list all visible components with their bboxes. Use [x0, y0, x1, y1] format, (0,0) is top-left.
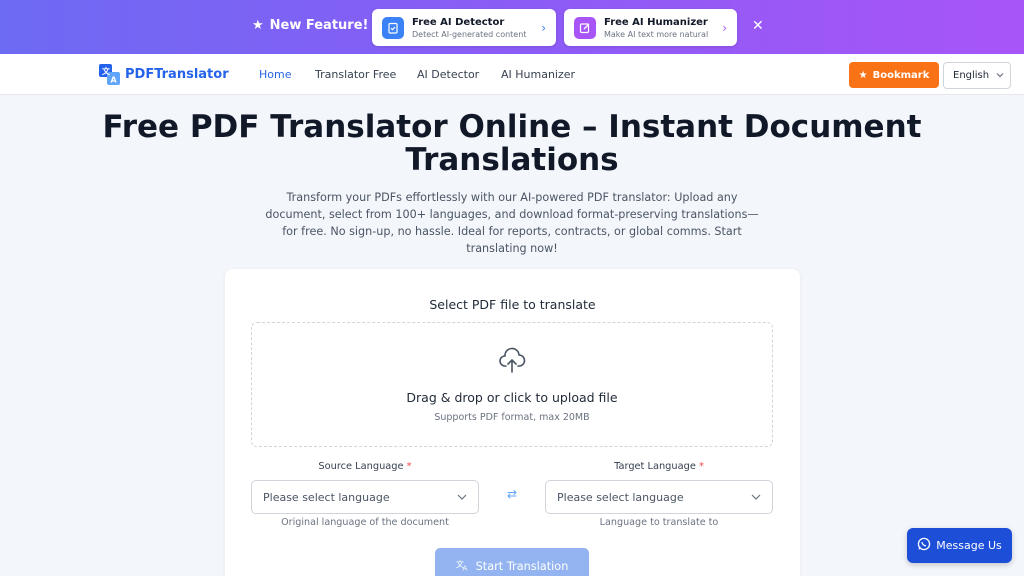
page-title: Free PDF Translator Online – Instant Doc…: [102, 109, 922, 178]
file-dropzone[interactable]: Drag & drop or click to upload file Supp…: [251, 322, 773, 447]
dropzone-text: Drag & drop or click to upload file: [406, 390, 618, 405]
brand-name: PDFTranslator: [125, 67, 229, 82]
close-icon[interactable]: ✕: [752, 18, 764, 34]
nav-link-ai-humanizer[interactable]: AI Humanizer: [501, 68, 575, 81]
translate-icon: 文A: [456, 558, 469, 574]
svg-text:文: 文: [102, 66, 111, 76]
nav-link-home[interactable]: Home: [259, 68, 291, 81]
chevron-down-icon: [751, 492, 761, 502]
start-translation-label: Start Translation: [475, 559, 569, 573]
top-navbar: 文 A PDFTranslator Home Translator Free A…: [0, 54, 1024, 95]
ai-detector-promo-card[interactable]: Free AI Detector Detect AI-generated con…: [372, 9, 556, 46]
star-icon: ★: [252, 18, 264, 33]
ai-humanizer-promo-card[interactable]: Free AI Humanizer Make AI text more natu…: [564, 9, 737, 46]
target-language-placeholder: Please select language: [557, 490, 684, 504]
source-language-hint: Original language of the document: [281, 517, 449, 528]
card-title: Select PDF file to translate: [429, 297, 596, 312]
cloud-upload-icon: [498, 346, 526, 374]
edit-icon: [574, 16, 596, 39]
translate-logo-icon: 文 A: [99, 64, 120, 85]
swap-languages-icon[interactable]: ⇄: [505, 487, 519, 501]
nav-link-ai-detector[interactable]: AI Detector: [417, 68, 479, 81]
dropzone-hint: Supports PDF format, max 20MB: [434, 412, 590, 423]
message-us-label: Message Us: [936, 539, 1002, 552]
promo-card-subtitle: Detect AI-generated content: [412, 29, 527, 39]
svg-text:A: A: [462, 565, 467, 572]
document-check-icon: [382, 16, 404, 39]
promo-card-subtitle: Make AI text more natural: [604, 29, 709, 39]
language-value: English: [953, 70, 990, 81]
source-language-select[interactable]: Please select language: [251, 480, 479, 514]
target-language-select[interactable]: Please select language: [545, 480, 773, 514]
promo-card-title: Free AI Detector: [412, 16, 505, 28]
source-language-label-text: Source Language: [318, 461, 404, 472]
target-language-hint: Language to translate to: [599, 517, 719, 528]
target-language-label-text: Target Language: [614, 461, 696, 472]
new-feature-text: New Feature!: [269, 18, 369, 33]
translate-card: Select PDF file to translate Drag & drop…: [225, 269, 800, 576]
announcement-bar: ★ New Feature! Free AI Detector Detect A…: [0, 0, 1024, 54]
source-language-label: Source Language *: [251, 461, 479, 472]
promo-card-title: Free AI Humanizer: [604, 16, 708, 28]
required-mark: *: [406, 461, 412, 472]
new-feature-label: ★ New Feature!: [252, 18, 368, 33]
page-description: Transform your PDFs effortlessly with ou…: [265, 191, 759, 255]
language-select[interactable]: English: [943, 62, 1011, 89]
target-language-label: Target Language *: [545, 461, 773, 472]
source-language-placeholder: Please select language: [263, 490, 390, 504]
whatsapp-icon: [917, 537, 931, 554]
message-us-button[interactable]: Message Us: [907, 528, 1012, 563]
chevron-down-icon: [996, 71, 1004, 81]
chevron-right-icon: ›: [722, 20, 727, 35]
required-mark: *: [699, 461, 704, 472]
start-translation-button[interactable]: 文A Start Translation: [435, 548, 589, 576]
bookmark-label: Bookmark: [872, 69, 930, 81]
nav-link-translator-free[interactable]: Translator Free: [315, 68, 396, 81]
star-icon: ★: [858, 69, 868, 81]
svg-text:A: A: [111, 76, 118, 85]
chevron-down-icon: [457, 492, 467, 502]
chevron-right-icon: ›: [541, 20, 546, 35]
bookmark-button[interactable]: ★ Bookmark: [849, 62, 939, 88]
brand-logo[interactable]: 文 A PDFTranslator: [99, 64, 229, 85]
